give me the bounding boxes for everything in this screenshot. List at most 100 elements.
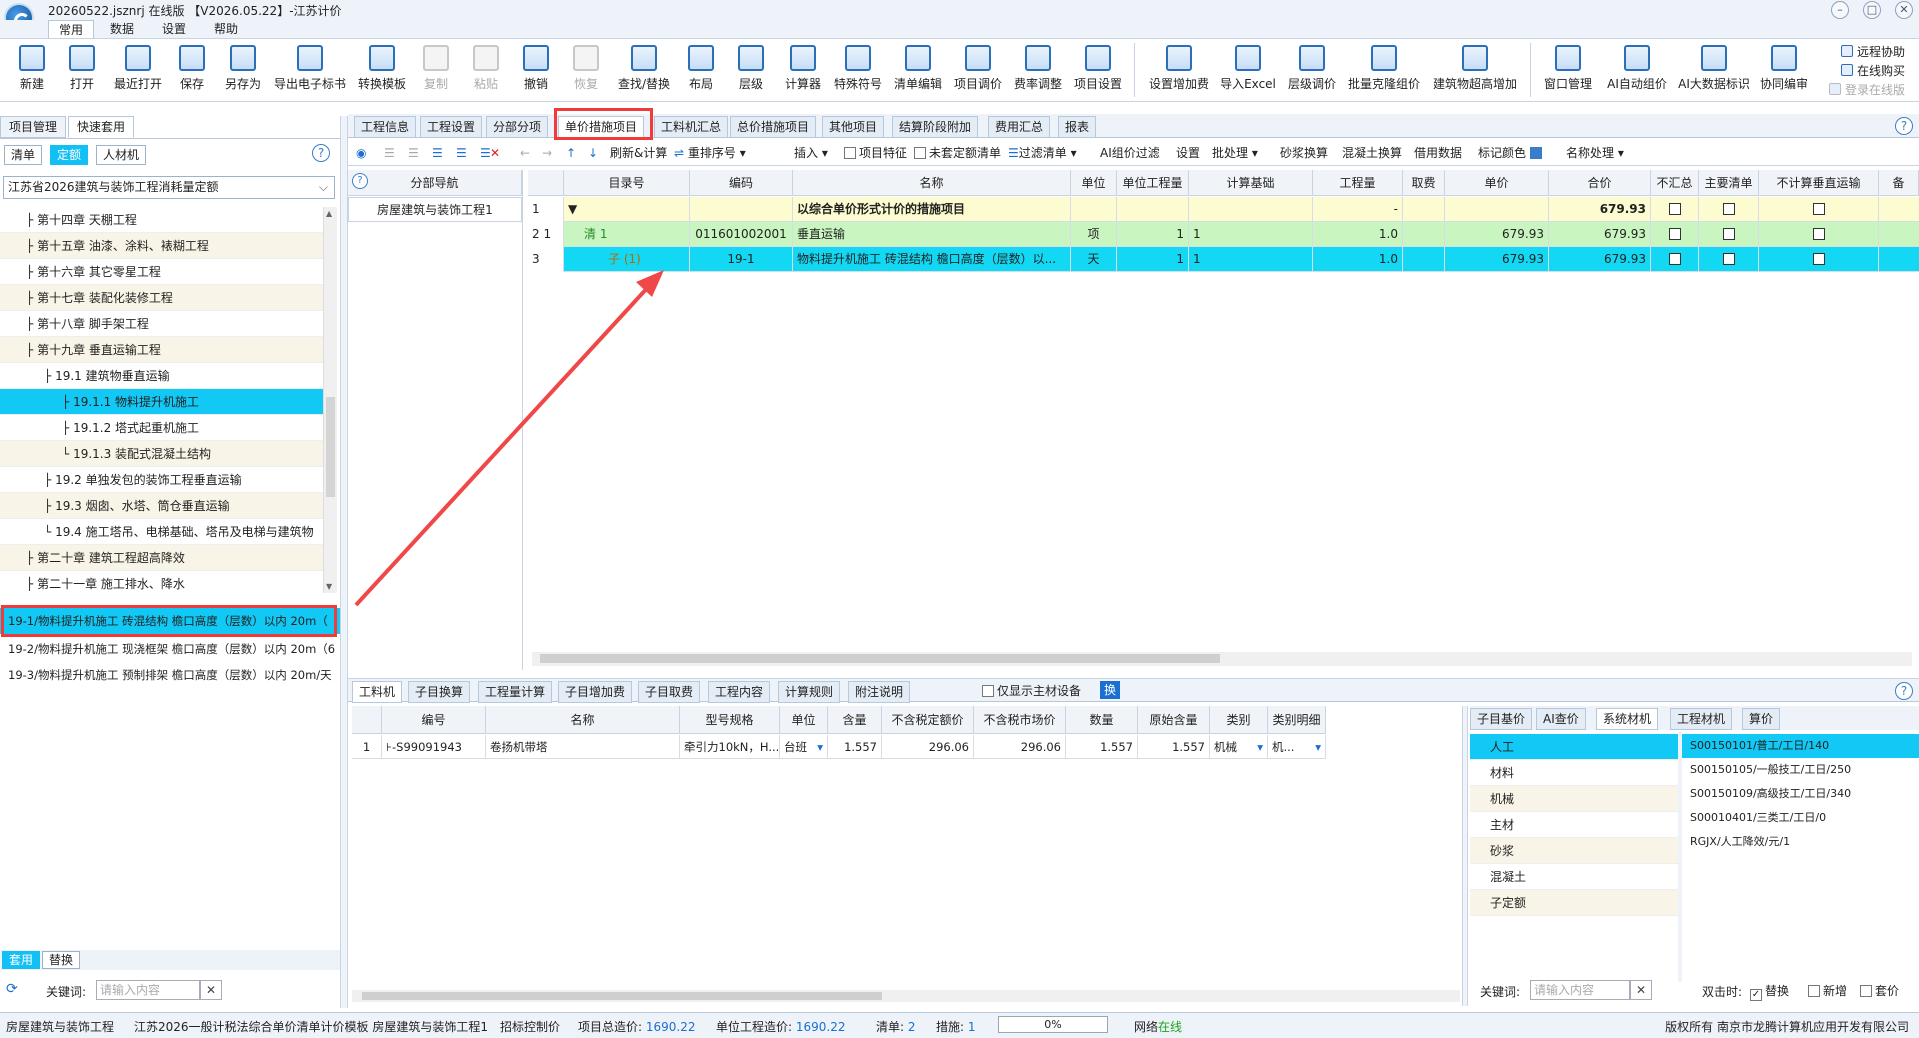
no-summary-checkbox[interactable]: [1668, 253, 1681, 265]
online-buy-link[interactable]: 在线购买: [1840, 62, 1905, 78]
scroll-thumb[interactable]: [540, 654, 1220, 663]
project-price-adjust-button[interactable]: 项目调价: [950, 41, 1006, 99]
ai-auto-price-button[interactable]: AI自动组价: [1604, 41, 1670, 99]
settings-button[interactable]: 设置: [1176, 144, 1200, 162]
ai-bigdata-mark-button[interactable]: AI大数据标识: [1676, 41, 1752, 99]
tree-node-selected[interactable]: ├ 19.1.1 物料提升机施工: [0, 389, 323, 415]
unset-quota-checkbox[interactable]: 未套定额清单: [914, 144, 1001, 162]
scroll-up-icon[interactable]: ▲: [326, 209, 332, 218]
expand-icon[interactable]: ▼: [564, 197, 690, 222]
filter-list-button[interactable]: ☰过滤清单 ▾: [1008, 144, 1077, 162]
tab-quantity-calc[interactable]: 工程量计算: [478, 681, 553, 703]
filter-labor-material-button[interactable]: 人材机: [96, 145, 147, 165]
no-vertical-transport-checkbox[interactable]: [1812, 253, 1825, 265]
export-bid-button[interactable]: 导出电子标书: [270, 41, 350, 99]
bgrid-horizontal-scrollbar[interactable]: [352, 990, 1460, 1002]
detail-select[interactable]: 机... ▾: [1268, 735, 1326, 759]
special-symbol-button[interactable]: 特殊符号: [830, 41, 886, 99]
replace-tab[interactable]: 替换: [42, 951, 81, 969]
panel-splitter[interactable]: [1462, 706, 1468, 1006]
project-feature-checkbox[interactable]: 项目特征: [844, 144, 907, 162]
tab-item-extra-fee[interactable]: 子目增加费: [558, 681, 633, 703]
table-row-selected[interactable]: 3 子 (1) 19-1 物料提升机施工 砖混结构 檐口高度（层数）以... 天…: [528, 247, 1919, 272]
undo-button[interactable]: 撤销: [520, 41, 552, 99]
tab-labor-material-summary[interactable]: 工料机汇总: [654, 116, 729, 138]
align-icon[interactable]: ☰: [456, 144, 467, 162]
import-excel-button[interactable]: 导入Excel: [1218, 41, 1278, 99]
bgrid-cell[interactable]: 1.557: [1138, 735, 1210, 759]
convert-template-button[interactable]: 转换模板: [354, 41, 410, 99]
concrete-convert-button[interactable]: 混凝土换算: [1342, 144, 1402, 162]
menu-tab-help[interactable]: 帮助: [204, 20, 248, 38]
reorder-button[interactable]: ⇌ 重排序号 ▾: [674, 144, 746, 162]
bgrid-cell[interactable]: 1.557: [828, 735, 882, 759]
recent-open-button[interactable]: 最近打开: [110, 41, 166, 99]
list-item[interactable]: 19-3/物料提升机施工 预制排架 檐口高度（层数）以内 20m/天: [0, 662, 340, 688]
tab-item-base-price[interactable]: 子目基价: [1470, 708, 1533, 730]
menu-tab-data[interactable]: 数据: [100, 20, 144, 38]
find-replace-button[interactable]: 查找/替换: [614, 41, 674, 99]
resource-item[interactable]: S00150105/一般技工/工日/250: [1682, 758, 1919, 782]
arrow-right-icon[interactable]: →: [542, 144, 552, 162]
tab-reports[interactable]: 报表: [1058, 116, 1097, 138]
scroll-thumb[interactable]: [326, 397, 335, 497]
section-nav-item[interactable]: 房屋建筑与装饰工程1: [348, 197, 522, 222]
redo-button[interactable]: 恢复: [570, 41, 602, 99]
no-vertical-transport-checkbox[interactable]: [1812, 228, 1825, 240]
tab-calc-price[interactable]: 算价: [1742, 708, 1781, 730]
remote-assist-link[interactable]: 远程协助: [1840, 43, 1905, 59]
mark-color-button[interactable]: 标记颜色: [1478, 144, 1542, 162]
apply-tab[interactable]: 套用: [2, 951, 41, 969]
tab-labor-material-machine[interactable]: 工料机: [352, 681, 403, 703]
tree-node[interactable]: ├ 第十六章 其它零星工程: [0, 259, 323, 285]
resource-item[interactable]: S00010401/三类工/工日/0: [1682, 806, 1919, 830]
tab-project-info[interactable]: 工程信息: [354, 116, 417, 138]
main-list-checkbox[interactable]: [1722, 203, 1735, 215]
tree-node[interactable]: ├ 19.1 建筑物垂直运输: [0, 363, 323, 389]
bgrid-cell[interactable]: 296.06: [882, 735, 974, 759]
category-item[interactable]: 人工: [1470, 734, 1678, 760]
tab-item-conversion[interactable]: 子目换算: [408, 681, 471, 703]
category-item[interactable]: 机械: [1470, 786, 1678, 812]
grid-horizontal-scrollbar[interactable]: [532, 652, 1912, 666]
tab-project-manage[interactable]: 项目管理: [0, 116, 67, 138]
save-button[interactable]: 保存: [174, 41, 210, 99]
delete-icon[interactable]: ✕: [490, 144, 500, 162]
only-main-material-checkbox[interactable]: 仅显示主材设备: [982, 682, 1081, 700]
no-summary-checkbox[interactable]: [1668, 228, 1681, 240]
name-process-button[interactable]: 名称处理 ▾: [1566, 144, 1624, 162]
layout-button[interactable]: 布局: [684, 41, 718, 99]
open-button[interactable]: 打开: [64, 41, 100, 99]
tree-node[interactable]: ├ 第十八章 脚手架工程: [0, 311, 323, 337]
tab-quick-apply[interactable]: 快速套用: [68, 116, 135, 138]
help-icon[interactable]: ?: [352, 173, 368, 189]
tree-node[interactable]: └ 19.4 施工塔吊、电梯基础、塔吊及电梯与建筑物: [0, 519, 323, 545]
outdent-icon[interactable]: ☰: [408, 144, 419, 162]
tab-project-material[interactable]: 工程材机: [1670, 708, 1733, 730]
tab-project-settings[interactable]: 工程设置: [420, 116, 483, 138]
main-list-checkbox[interactable]: [1722, 228, 1735, 240]
add-checkbox[interactable]: 新增: [1808, 982, 1847, 999]
level-price-adjust-button[interactable]: 层级调价: [1284, 41, 1340, 99]
batch-button[interactable]: 批处理 ▾: [1212, 144, 1258, 162]
tab-system-material[interactable]: 系统材机: [1596, 708, 1659, 730]
move-up-icon[interactable]: ↑: [566, 144, 576, 162]
calculator-button[interactable]: 计算器: [780, 41, 826, 99]
replace-checkbox[interactable]: ✓ 替换: [1750, 982, 1789, 1001]
tab-work-content[interactable]: 工程内容: [708, 681, 771, 703]
resource-item[interactable]: S00150109/高级技工/工日/340: [1682, 782, 1919, 806]
tree-node[interactable]: ├ 第十四章 天棚工程: [0, 207, 323, 233]
tab-other-items[interactable]: 其他项目: [822, 116, 885, 138]
mortar-convert-button[interactable]: 砂浆换算: [1280, 144, 1328, 162]
batch-clone-button[interactable]: 批量克隆组价: [1346, 41, 1422, 99]
login-online-link[interactable]: 登录在线版: [1828, 81, 1905, 97]
category-item[interactable]: 砂浆: [1470, 838, 1678, 864]
filter-quota-button[interactable]: 定额: [50, 145, 89, 165]
copy-button[interactable]: 复制: [420, 41, 452, 99]
help-icon[interactable]: ?: [1895, 117, 1913, 135]
tree-node[interactable]: ├ 19.2 单独发包的装饰工程垂直运输: [0, 467, 323, 493]
tree-node[interactable]: ├ 第二十章 建筑工程超高降效: [0, 545, 323, 571]
unit-select[interactable]: 台班 ▾: [780, 735, 828, 759]
eye-icon[interactable]: ◉: [356, 144, 366, 162]
keyword-input[interactable]: 请输入内容: [96, 980, 200, 1000]
